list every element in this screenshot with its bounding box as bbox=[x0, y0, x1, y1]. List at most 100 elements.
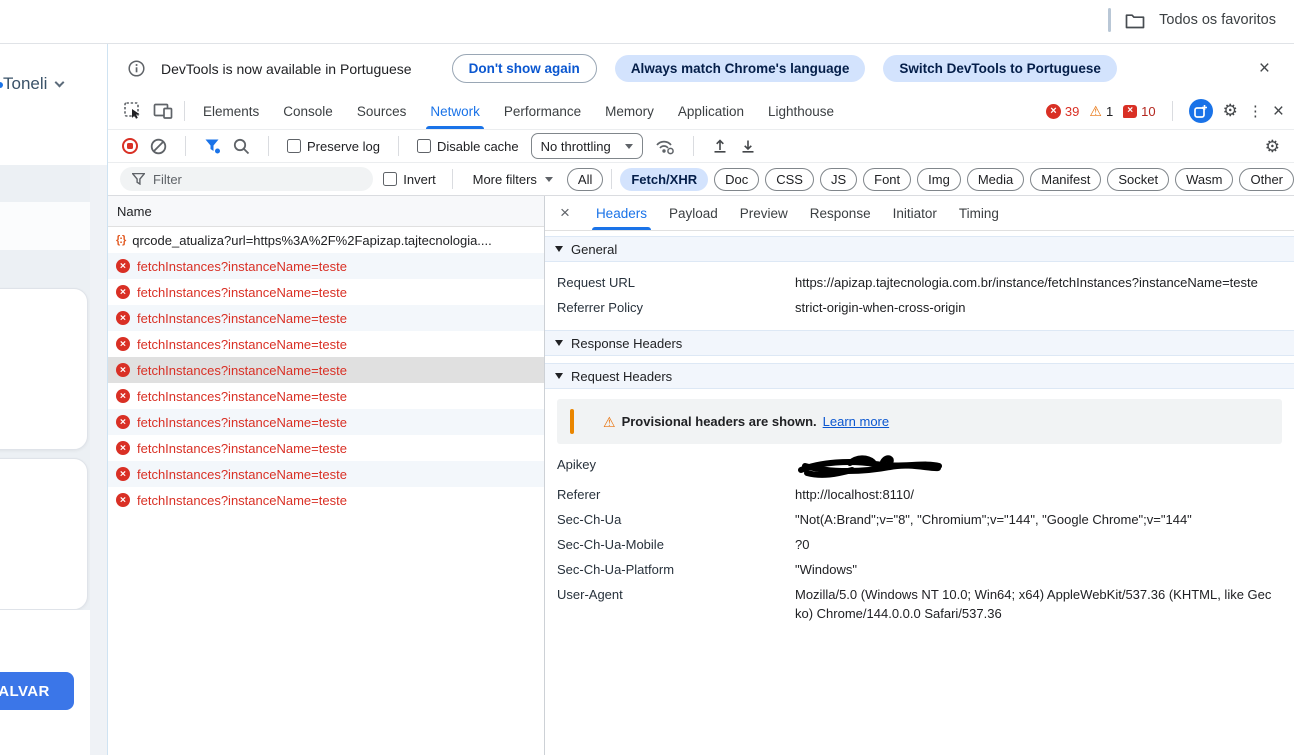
type-pill-font[interactable]: Font bbox=[863, 168, 911, 191]
request-name: fetchInstances?instanceName=teste bbox=[137, 441, 347, 456]
tab-network[interactable]: Network bbox=[418, 93, 492, 129]
tab-elements[interactable]: Elements bbox=[191, 93, 271, 129]
details-close-icon[interactable]: × bbox=[545, 196, 585, 230]
dont-show-again-button[interactable]: Don't show again bbox=[452, 54, 597, 83]
header-row: Sec-Ch-Ua-Mobile?0 bbox=[557, 532, 1284, 557]
devtools-close-icon[interactable]: × bbox=[1273, 102, 1284, 121]
detail-tab-timing[interactable]: Timing bbox=[948, 196, 1010, 230]
filter-icon[interactable] bbox=[204, 138, 221, 154]
divider bbox=[611, 169, 612, 189]
request-name: fetchInstances?instanceName=teste bbox=[137, 389, 347, 404]
save-button[interactable]: ALVAR bbox=[0, 672, 74, 710]
request-row[interactable]: ×fetchInstances?instanceName=teste bbox=[108, 331, 544, 357]
request-row[interactable]: ×fetchInstances?instanceName=teste bbox=[108, 409, 544, 435]
filter-input[interactable]: Filter bbox=[120, 167, 373, 191]
export-har-icon[interactable] bbox=[740, 138, 756, 154]
request-rows: {:}qrcode_atualiza?url=https%3A%2F%2Fapi… bbox=[108, 227, 544, 755]
filter-icon bbox=[132, 173, 145, 185]
divider bbox=[185, 136, 186, 156]
header-row: User-AgentMozilla/5.0 (Windows NT 10.0; … bbox=[557, 582, 1284, 626]
detail-tab-payload[interactable]: Payload bbox=[658, 196, 729, 230]
account-label: Toneli bbox=[3, 74, 47, 94]
settings-gear-icon[interactable]: ⚙ bbox=[1223, 101, 1238, 121]
network-filter-bar: Filter Invert More filters All Fetch/XHR D… bbox=[108, 163, 1294, 196]
disable-cache-checkbox[interactable]: Disable cache bbox=[417, 139, 519, 154]
error-icon: × bbox=[116, 259, 130, 273]
type-pill-doc[interactable]: Doc bbox=[714, 168, 759, 191]
type-pill-js[interactable]: JS bbox=[820, 168, 857, 191]
tab-lighthouse[interactable]: Lighthouse bbox=[756, 93, 846, 129]
type-pill-media[interactable]: Media bbox=[967, 168, 1024, 191]
header-name: Sec-Ch-Ua bbox=[557, 510, 795, 529]
kebab-menu-icon[interactable]: ⋮ bbox=[1248, 102, 1263, 120]
error-icon: × bbox=[116, 311, 130, 325]
name-column-header[interactable]: Name bbox=[108, 196, 544, 227]
detail-tab-initiator[interactable]: Initiator bbox=[882, 196, 948, 230]
request-row[interactable]: ×fetchInstances?instanceName=teste bbox=[108, 253, 544, 279]
warning-icon: ⚠ bbox=[1089, 104, 1102, 118]
redacted-value-scribble bbox=[795, 455, 945, 479]
switch-language-button[interactable]: Switch DevTools to Portuguese bbox=[883, 55, 1117, 82]
request-row[interactable]: ×fetchInstances?instanceName=teste bbox=[108, 305, 544, 331]
type-pill-fetch-xhr[interactable]: Fetch/XHR bbox=[620, 168, 708, 191]
request-row[interactable]: ×fetchInstances?instanceName=teste bbox=[108, 461, 544, 487]
preserve-log-checkbox[interactable]: Preserve log bbox=[287, 139, 380, 154]
checkbox-icon bbox=[287, 139, 301, 153]
error-badge[interactable]: × 39 bbox=[1046, 104, 1079, 119]
tab-performance[interactable]: Performance bbox=[492, 93, 593, 129]
learn-more-link[interactable]: Learn more bbox=[823, 414, 889, 429]
tab-memory[interactable]: Memory bbox=[593, 93, 666, 129]
device-toolbar-icon[interactable] bbox=[148, 93, 178, 129]
invert-checkbox[interactable]: Invert bbox=[383, 172, 436, 187]
type-pill-other[interactable]: Other bbox=[1239, 168, 1294, 191]
inspect-element-icon[interactable] bbox=[118, 93, 148, 129]
header-row: Referrer Policystrict-origin-when-cross-… bbox=[557, 295, 1284, 320]
error-icon: × bbox=[116, 493, 130, 507]
type-pill-img[interactable]: Img bbox=[917, 168, 961, 191]
warning-badge[interactable]: ⚠ 1 bbox=[1089, 104, 1113, 119]
general-section-header[interactable]: General bbox=[545, 236, 1294, 262]
issues-badge[interactable]: × 10 bbox=[1123, 104, 1155, 119]
type-pill-manifest[interactable]: Manifest bbox=[1030, 168, 1101, 191]
more-filters-button[interactable]: More filters bbox=[469, 172, 557, 187]
all-favorites-button[interactable]: Todos os favoritos bbox=[1108, 8, 1276, 32]
header-name: Referer bbox=[557, 485, 795, 504]
network-conditions-icon[interactable] bbox=[655, 138, 675, 155]
request-row[interactable]: ×fetchInstances?instanceName=teste bbox=[108, 279, 544, 305]
filter-placeholder: Filter bbox=[153, 172, 182, 187]
tab-sources[interactable]: Sources bbox=[345, 93, 419, 129]
detail-tab-preview[interactable]: Preview bbox=[729, 196, 799, 230]
type-pill-socket[interactable]: Socket bbox=[1107, 168, 1169, 191]
type-pill-css[interactable]: CSS bbox=[765, 168, 814, 191]
account-menu[interactable]: Toneli bbox=[3, 74, 63, 94]
request-headers-section-header[interactable]: Request Headers bbox=[545, 363, 1294, 389]
clear-network-log-icon[interactable] bbox=[150, 138, 167, 155]
error-icon: × bbox=[116, 467, 130, 481]
main-tabs: ElementsConsoleSourcesNetworkPerformance… bbox=[191, 93, 846, 129]
type-pill-wasm[interactable]: Wasm bbox=[1175, 168, 1233, 191]
web-page-background: Toneli ALVAR bbox=[0, 44, 107, 755]
request-row[interactable]: ×fetchInstances?instanceName=teste bbox=[108, 487, 544, 513]
import-har-icon[interactable] bbox=[712, 138, 728, 154]
search-icon[interactable] bbox=[233, 138, 250, 155]
request-row[interactable]: {:}qrcode_atualiza?url=https%3A%2F%2Fapi… bbox=[108, 227, 544, 253]
throttling-select[interactable]: No throttling bbox=[531, 133, 643, 159]
network-settings-gear-icon[interactable]: ⚙ bbox=[1265, 137, 1280, 157]
error-icon: × bbox=[116, 441, 130, 455]
response-headers-section-header[interactable]: Response Headers bbox=[545, 330, 1294, 356]
request-row[interactable]: × fetchInstances?instanceName=teste bbox=[108, 435, 544, 461]
tab-console[interactable]: Console bbox=[271, 93, 345, 129]
header-value: http://localhost:8110/ bbox=[795, 485, 1284, 504]
infobar-close-icon[interactable]: × bbox=[1259, 59, 1270, 78]
record-network-log-icon[interactable] bbox=[122, 138, 138, 154]
ai-assistance-icon[interactable] bbox=[1189, 99, 1213, 123]
match-language-button[interactable]: Always match Chrome's language bbox=[615, 55, 866, 82]
request-row[interactable]: ×fetchInstances?instanceName=teste bbox=[108, 357, 544, 383]
request-name: fetchInstances?instanceName=teste bbox=[137, 285, 347, 300]
request-row[interactable]: ×fetchInstances?instanceName=teste bbox=[108, 383, 544, 409]
tab-application[interactable]: Application bbox=[666, 93, 756, 129]
detail-tab-response[interactable]: Response bbox=[799, 196, 882, 230]
detail-tab-headers[interactable]: Headers bbox=[585, 196, 658, 230]
bookmarks-divider bbox=[1108, 8, 1111, 32]
type-pill-all[interactable]: All bbox=[567, 168, 603, 191]
